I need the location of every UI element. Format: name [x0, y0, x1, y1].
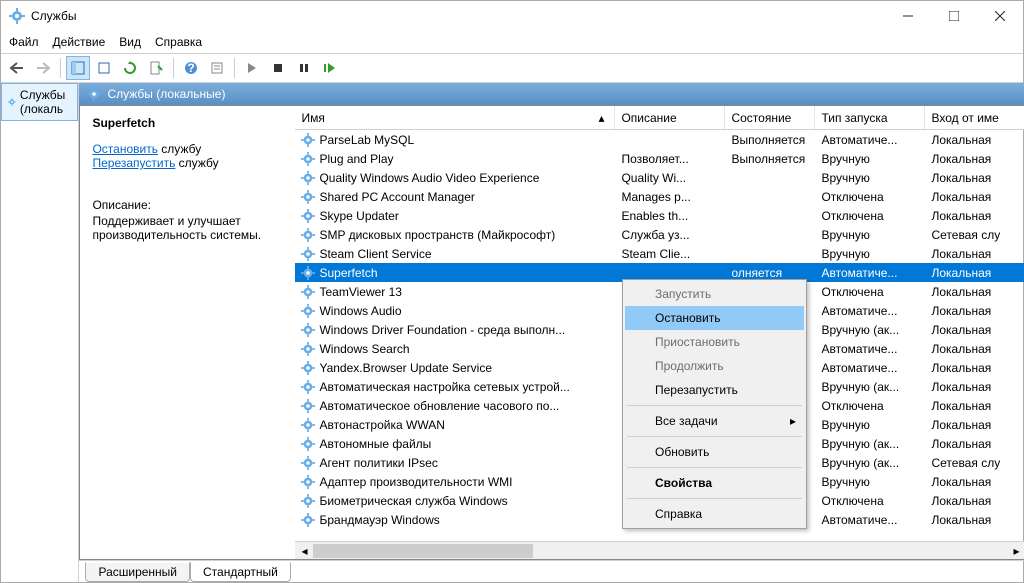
gear-icon: [301, 266, 315, 280]
col-logon[interactable]: Вход от име: [925, 106, 1024, 129]
nav-services-local[interactable]: Службы (локаль: [1, 83, 78, 121]
tab-extended[interactable]: Расширенный: [85, 562, 190, 582]
horizontal-scrollbar[interactable]: ◂ ▸: [295, 541, 1024, 559]
gear-icon: [301, 285, 315, 299]
context-menu-item[interactable]: Свойства: [625, 471, 804, 495]
toolbar-export-list[interactable]: [144, 56, 168, 80]
col-startup[interactable]: Тип запуска: [815, 106, 925, 129]
selected-service-name: Superfetch: [92, 116, 283, 130]
toolbar-export[interactable]: [92, 56, 116, 80]
app-icon: [9, 8, 25, 24]
context-menu-item: Продолжить: [625, 354, 804, 378]
menu-file[interactable]: Файл: [9, 35, 39, 49]
gear-icon: [301, 437, 315, 451]
minimize-button[interactable]: [885, 1, 931, 31]
col-description[interactable]: Описание: [615, 106, 725, 129]
table-row[interactable]: Steam Client ServiceSteam Clie...Вручную…: [295, 244, 1024, 263]
table-row[interactable]: Plug and PlayПозволяет...ВыполняетсяВруч…: [295, 149, 1024, 168]
context-menu-separator: [627, 436, 802, 437]
table-row[interactable]: SMP дисковых пространств (Майкрософт)Слу…: [295, 225, 1024, 244]
context-menu-item: Приостановить: [625, 330, 804, 354]
scroll-right-icon[interactable]: ▸: [1007, 542, 1024, 559]
gear-icon: [301, 323, 315, 337]
table-row[interactable]: Quality Windows Audio Video ExperienceQu…: [295, 168, 1024, 187]
gear-icon: [301, 513, 315, 527]
context-menu: ЗапуститьОстановитьПриостановитьПродолжи…: [622, 279, 807, 529]
back-button[interactable]: [5, 56, 29, 80]
sort-asc-icon: ▴: [598, 111, 604, 125]
table-row[interactable]: Shared PC Account ManagerManages p...Отк…: [295, 187, 1024, 206]
restart-service-link[interactable]: Перезапустить: [92, 156, 175, 170]
gear-icon: [301, 475, 315, 489]
context-menu-item: Запустить: [625, 282, 804, 306]
context-menu-item[interactable]: Перезапустить: [625, 378, 804, 402]
window-title: Службы: [31, 9, 885, 23]
gear-icon: [301, 228, 315, 242]
scrollbar-thumb[interactable]: [313, 544, 533, 558]
bottom-tabs: Расширенный Стандартный: [79, 560, 1024, 582]
menu-action[interactable]: Действие: [53, 35, 106, 49]
details-pane: Superfetch Остановить службу Перезапусти…: [80, 106, 295, 559]
toolbar-start[interactable]: [240, 56, 264, 80]
toolbar-stop[interactable]: [266, 56, 290, 80]
scroll-left-icon[interactable]: ◂: [295, 542, 313, 559]
gear-icon: [301, 418, 315, 432]
gear-icon: [301, 152, 315, 166]
svg-text:?: ?: [187, 61, 194, 75]
close-button[interactable]: [977, 1, 1023, 31]
toolbar-refresh[interactable]: [118, 56, 142, 80]
toolbar-pause[interactable]: [292, 56, 316, 80]
gear-icon: [301, 456, 315, 470]
gear-icon: [301, 133, 315, 147]
toolbar-restart[interactable]: [318, 56, 342, 80]
gear-icon: [301, 304, 315, 318]
context-menu-separator: [627, 467, 802, 468]
context-menu-separator: [627, 498, 802, 499]
col-state[interactable]: Состояние: [725, 106, 815, 129]
toolbar: ?: [1, 53, 1023, 83]
gear-icon: [301, 209, 315, 223]
context-menu-separator: [627, 405, 802, 406]
table-row[interactable]: Skype UpdaterEnables th...ОтключенаЛокал…: [295, 206, 1024, 225]
gear-icon: [301, 399, 315, 413]
col-name[interactable]: Имя▴: [295, 106, 615, 129]
gear-icon: [301, 342, 315, 356]
titlebar: Службы: [1, 1, 1023, 31]
stop-service-link[interactable]: Остановить: [92, 142, 158, 156]
gear-icon: [301, 361, 315, 375]
table-row[interactable]: ParseLab MySQLВыполняетсяАвтоматиче...Ло…: [295, 130, 1024, 149]
gear-icon: [8, 95, 16, 109]
gear-icon: [87, 87, 101, 101]
menu-view[interactable]: Вид: [119, 35, 141, 49]
gear-icon: [301, 190, 315, 204]
content-header: Службы (локальные): [79, 83, 1024, 105]
gear-icon: [301, 494, 315, 508]
menubar: Файл Действие Вид Справка: [1, 31, 1023, 53]
description-label: Описание:: [92, 198, 283, 212]
toolbar-help[interactable]: ?: [179, 56, 203, 80]
nav-pane: Службы (локаль: [1, 83, 79, 582]
maximize-button[interactable]: [931, 1, 977, 31]
tab-standard[interactable]: Стандартный: [190, 562, 291, 582]
submenu-arrow-icon: ▸: [790, 414, 796, 428]
toolbar-show-hide[interactable]: [66, 56, 90, 80]
description-text: Поддерживает и улучшает производительнос…: [92, 214, 283, 242]
context-menu-item[interactable]: Справка: [625, 502, 804, 526]
gear-icon: [301, 247, 315, 261]
menu-help[interactable]: Справка: [155, 35, 202, 49]
gear-icon: [301, 380, 315, 394]
context-menu-item[interactable]: Обновить: [625, 440, 804, 464]
gear-icon: [301, 171, 315, 185]
context-menu-item[interactable]: Все задачи▸: [625, 409, 804, 433]
forward-button[interactable]: [31, 56, 55, 80]
context-menu-item[interactable]: Остановить: [625, 306, 804, 330]
toolbar-properties[interactable]: [205, 56, 229, 80]
